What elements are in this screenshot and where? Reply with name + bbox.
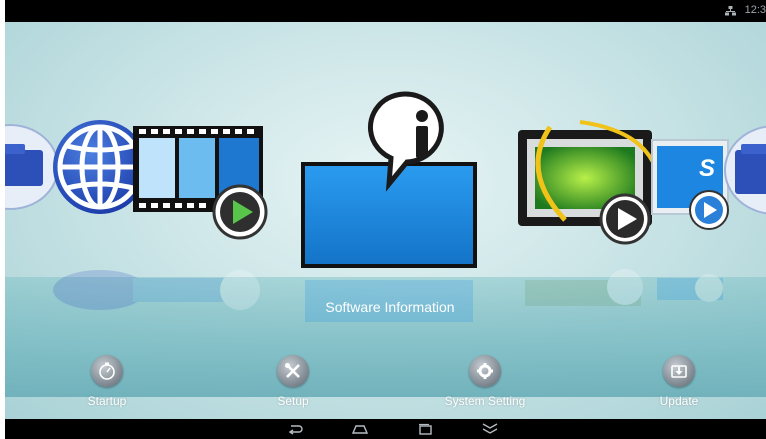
tv-screen: 12:3 S Software Information Startup Setu… <box>5 0 766 439</box>
globe-icon[interactable] <box>53 120 147 214</box>
photo-play-icon[interactable] <box>518 120 662 245</box>
tools-icon <box>277 355 309 387</box>
launcher-area: S Software Information Startup Setup Sys… <box>5 22 766 419</box>
film-play-icon[interactable] <box>133 126 268 240</box>
s-play-icon[interactable]: S <box>651 139 729 230</box>
status-clock: 12:3 <box>744 4 766 16</box>
selected-app-label: Software Information <box>325 299 455 315</box>
dock-item-startup[interactable]: Startup <box>62 355 152 408</box>
info-screen-icon[interactable] <box>301 91 477 268</box>
dock-item-setup[interactable]: Setup <box>248 355 338 408</box>
ethernet-icon <box>725 6 736 16</box>
back-icon[interactable] <box>283 422 307 436</box>
gear-icon <box>469 355 501 387</box>
timer-icon <box>91 355 123 387</box>
dock-item-system-setting[interactable]: System Setting <box>440 355 530 408</box>
navigation-bar <box>5 419 766 439</box>
dock-label: Update <box>659 394 699 408</box>
recent-apps-icon[interactable] <box>413 422 437 436</box>
dock-label: System Setting <box>444 394 526 408</box>
home-icon[interactable] <box>348 422 372 436</box>
download-icon <box>663 355 695 387</box>
app-carousel: S <box>5 91 766 322</box>
dock-label: Setup <box>277 394 309 408</box>
dock-label: Startup <box>87 394 127 408</box>
hide-icon[interactable] <box>478 422 502 436</box>
status-bar: 12:3 <box>5 0 766 22</box>
folder-icon[interactable] <box>724 125 766 215</box>
svg-text:S: S <box>699 155 715 182</box>
dock-item-update[interactable]: Update <box>634 355 724 408</box>
folder-icon[interactable] <box>5 124 59 210</box>
